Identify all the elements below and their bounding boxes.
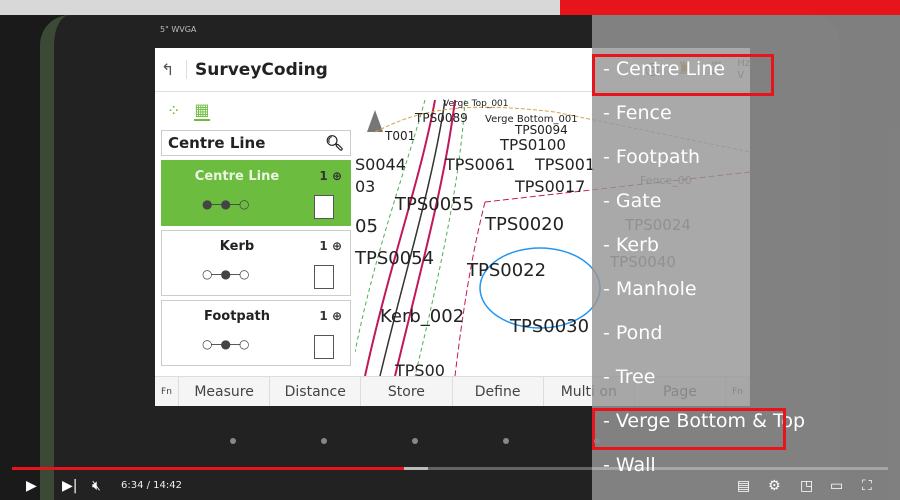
softkey-define[interactable]: Define [453,377,544,406]
tab-point-codes[interactable]: ⁘ [167,101,180,120]
code-card-centre-line[interactable]: Centre Line 1 ⊕ ●—●—○ [161,160,351,226]
next-icon[interactable]: ▶| [62,478,77,494]
edit-icon[interactable] [314,195,334,219]
top-bar [0,0,560,15]
play-icon[interactable]: ▶ [26,478,37,494]
softkey-store[interactable]: Store [361,377,453,406]
map-point-label[interactable]: TPS0054 [355,248,434,269]
line-icon: ○—●—○ [202,267,249,281]
search-value: Centre Line [168,134,266,152]
map-point-label[interactable]: TPS00 [394,361,445,376]
fullscreen-icon[interactable]: ⛶ [862,478,872,494]
edit-icon[interactable] [314,335,334,359]
map-point-label[interactable]: S0044 [355,155,406,174]
muted-volume-icon[interactable]: 🔇︎ [92,478,101,494]
played-bar [12,467,404,470]
caption-item: - Kerb [603,234,659,256]
tab-line-codes[interactable]: ▦ [194,100,210,121]
video-progress-bar[interactable] [12,467,888,470]
map-point-label[interactable]: 05 [355,216,378,237]
caption-item: - Footpath [603,146,701,168]
app-title: SurveyCoding [195,59,328,80]
miniplayer-icon[interactable]: ◳ [800,478,813,494]
map-point-label[interactable]: T001 [384,129,415,143]
map-point-label[interactable]: TPS0017 [514,177,585,196]
softkey-distance[interactable]: Distance [270,377,362,406]
settings-icon[interactable]: ⚙ [768,478,781,494]
map-point-label[interactable]: 03 [355,177,375,196]
softkey-fn[interactable]: Fn [155,377,179,406]
theater-mode-icon[interactable]: ▭ [830,478,843,494]
code-card-kerb[interactable]: Kerb 1 ⊕ ○—●—○ [161,230,351,296]
code-name: Footpath [204,309,270,324]
code-count: 1 ⊕ [319,239,342,253]
map-point-label[interactable]: Verge Top_001 [443,99,509,109]
device-label: 5" WVGA [160,25,197,34]
caption-highlight [592,408,786,450]
code-card-footpath[interactable]: Footpath 1 ⊕ ○—●—○ [161,300,351,366]
map-point-label[interactable]: TPS0061 [444,155,515,174]
code-search-input[interactable]: Centre Line 🔍︎ [161,130,351,156]
device-keys [230,438,600,444]
caption-item: - Tree [603,366,656,388]
softkey-measure[interactable]: Measure [179,377,271,406]
north-arrow-icon [367,110,383,132]
time-display: 6:34 / 14:42 [121,480,183,491]
caption-item: - Wall [603,454,656,476]
code-count: 1 ⊕ [319,169,342,183]
subtitles-icon[interactable]: ▤ [737,478,750,494]
map-point-label[interactable]: TPS0022 [466,260,546,281]
caption-item: - Pond [603,322,663,344]
code-name: Kerb [219,239,255,254]
caption-item: - Manhole [603,278,697,300]
code-name: Centre Line [194,169,280,184]
back-icon[interactable]: ↰ [161,60,187,79]
line-icon: ○—●—○ [202,337,249,351]
map-point-label[interactable]: TPS0020 [484,214,564,235]
code-count: 1 ⊕ [319,309,342,323]
caption-highlight [592,54,774,96]
edit-icon[interactable] [314,265,334,289]
caption-item: - Gate [603,190,662,212]
map-point-label[interactable]: TPS001 [534,155,595,174]
top-accent-bar [560,0,900,15]
map-point-label[interactable]: TPS0094 [514,123,568,137]
map-point-label[interactable]: TPS0100 [499,136,566,154]
map-point-label[interactable]: TPS0089 [414,111,468,125]
map-point-label[interactable]: TPS0055 [394,194,474,215]
search-icon[interactable]: 🔍︎ [325,134,344,152]
caption-item: - Fence [603,102,672,124]
code-panel: ⁘ ▦ Centre Line 🔍︎ Centre Line 1 ⊕ ●—●—○ Ke… [161,92,351,376]
line-icon: ●—●—○ [202,197,249,211]
map-point-label[interactable]: Kerb_002 [380,306,464,327]
map-point-label[interactable]: TPS0030 [509,316,589,337]
